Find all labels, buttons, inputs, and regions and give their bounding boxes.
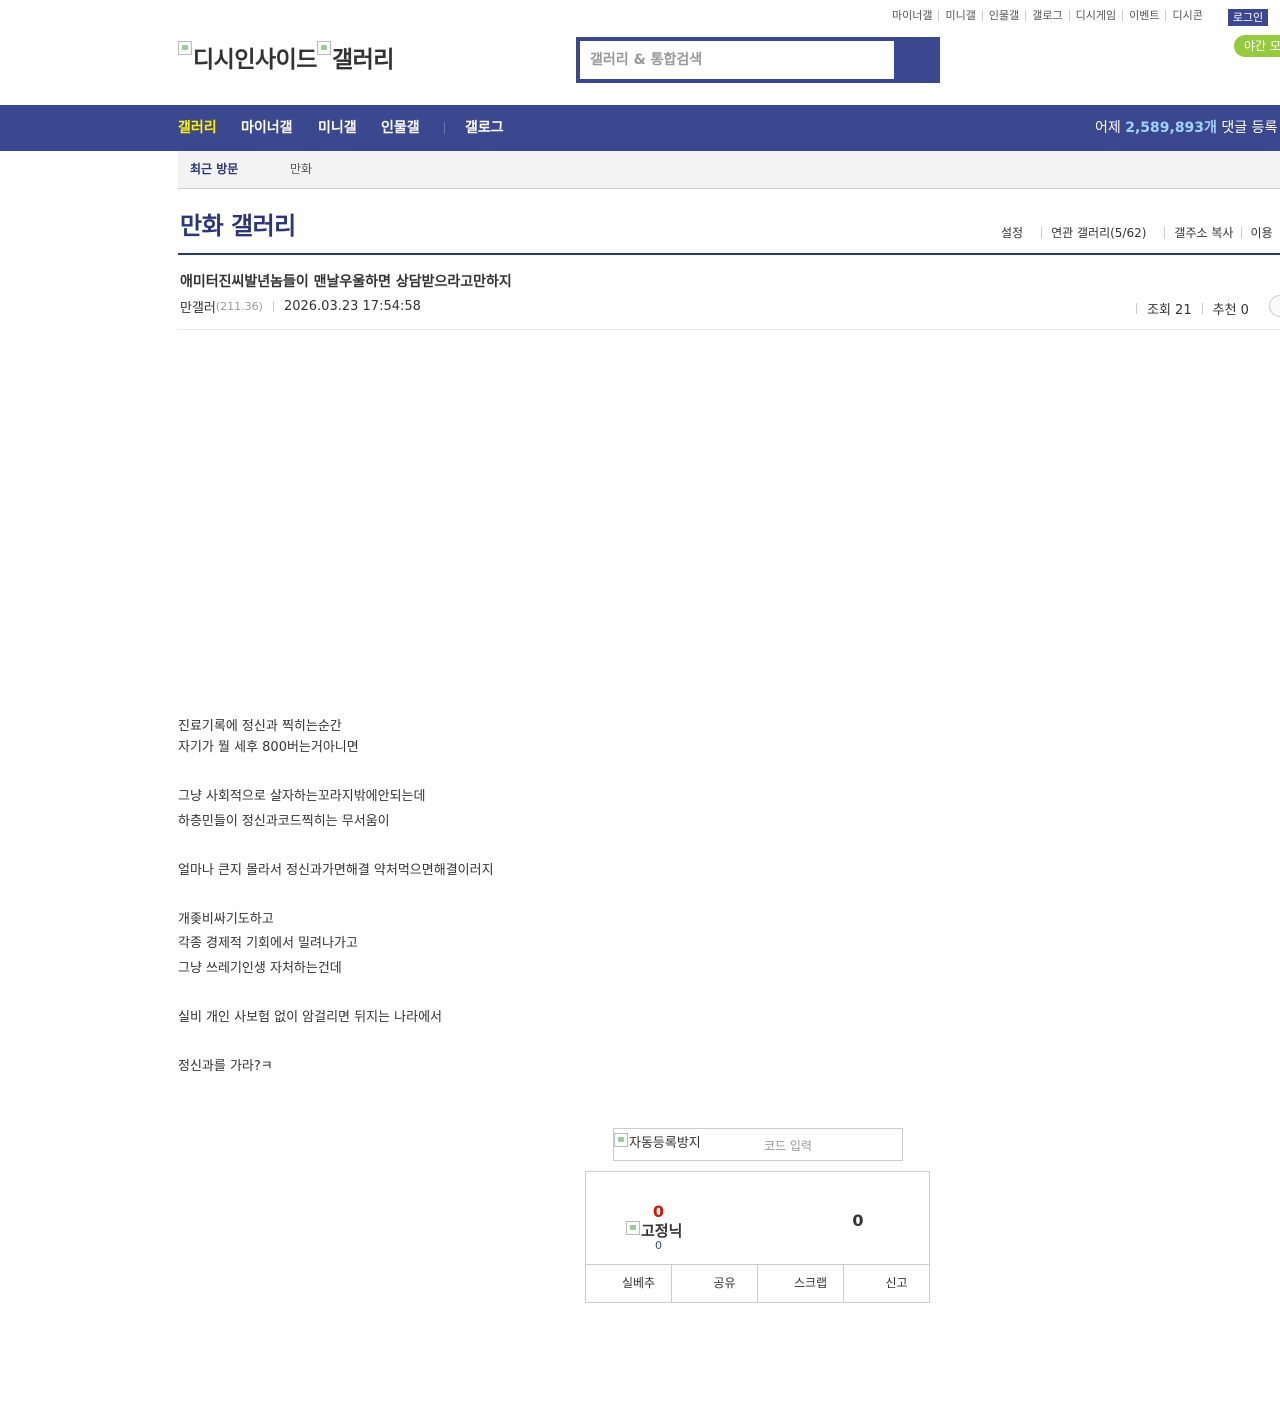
search-input-wrap: [580, 41, 900, 79]
post-date: 2026.03.23 17:54:58: [283, 299, 421, 314]
gnb-divider: [444, 122, 445, 134]
captcha-image[interactable]: 자동등록방지: [614, 1132, 701, 1151]
post-body-line: [178, 834, 494, 859]
fixed-nick-count: 0: [655, 1239, 662, 1252]
post-body-line: [178, 981, 494, 1006]
top-link-person-gallery[interactable]: 인물갤: [981, 10, 1025, 21]
post-views: 조회 21: [1147, 303, 1192, 318]
recent-visits-title[interactable]: 최근 방문: [190, 151, 238, 188]
scrap-button[interactable]: 스크랩: [757, 1265, 843, 1302]
gallery-title-underline: [178, 253, 1280, 255]
top-link-mini-gallery[interactable]: 미니갤: [938, 10, 981, 21]
post-title: 애미터진씨발년놈들이 맨날우울하면 상담받으라고만하지: [180, 274, 512, 290]
report-button[interactable]: 신고: [843, 1265, 929, 1302]
global-nav-bar: 갤러리 마이너갤 미니갤 인물갤 갤로그 어제 2,589,893개 댓글 등록: [0, 105, 1280, 151]
search-input[interactable]: [580, 41, 900, 79]
broken-image-icon: [626, 1221, 640, 1235]
captcha-code-input[interactable]: [764, 1129, 904, 1162]
stat-prefix: 어제: [1095, 120, 1126, 136]
post-body-line: 그냥 쓰레기인생 자처하는건데: [178, 960, 342, 976]
post-stats: 조회 21 추천 0: [1136, 299, 1249, 318]
broken-image-icon: [178, 41, 192, 55]
menu-divider: [1041, 227, 1043, 239]
gnb-item-minor-gallery[interactable]: 마이너갤: [241, 105, 293, 151]
recommend-up-count: 0: [652, 1202, 665, 1221]
search-button[interactable]: [898, 41, 936, 79]
gnb-item-mini-gallery[interactable]: 미니갤: [318, 105, 357, 151]
share-button[interactable]: 공유: [671, 1265, 757, 1302]
post-body-line: 정신과를 가라?ㅋ: [178, 1058, 273, 1074]
recommend-box: 0 고정닉 0 0 실베추 공유 스크랩 신고: [585, 1171, 930, 1303]
recent-visit-item[interactable]: 만화: [290, 151, 312, 188]
gallery-title[interactable]: 만화 갤러리: [180, 206, 296, 241]
post-body-line: 자기가 뭘 세후 800버는거아니면: [178, 740, 359, 755]
stat-number: 2,589,893개: [1125, 120, 1217, 136]
top-link-event[interactable]: 이벤트: [1122, 10, 1165, 21]
post-body-line: 각종 경제적 기회에서 밀려나가고: [178, 936, 358, 951]
gallery-menu: 설정 연관 갤러리(5/62) 갤주소 복사 이용: [1001, 226, 1273, 240]
menu-divider: [1164, 227, 1166, 239]
logo-gallery-alt: 갤러리: [331, 47, 394, 73]
search-icon: [908, 50, 924, 66]
top-link-dccon[interactable]: 디시콘: [1165, 10, 1208, 21]
post-body-line: 얼마나 큰지 몰라서 정신과가면해결 약처먹으면해결이러지: [178, 862, 494, 878]
menu-divider: [1241, 227, 1243, 239]
best-recommend-button[interactable]: 실베추: [586, 1265, 671, 1302]
fixed-nick-recommend-button[interactable]: 고정닉: [626, 1220, 682, 1241]
post-header-divider: [178, 329, 1280, 330]
stat-suffix: 댓글 등록: [1216, 120, 1278, 136]
gnb-item-gallog[interactable]: 갤로그: [465, 105, 504, 151]
yesterday-comment-stat: 어제 2,589,893개 댓글 등록: [1095, 105, 1277, 151]
site-logo[interactable]: 디시인사이드 갤러리: [178, 40, 394, 74]
meta-divider: [272, 301, 274, 312]
gnb-item-gallery[interactable]: 갤러리: [178, 105, 217, 151]
gnb-item-person-gallery[interactable]: 인물갤: [381, 105, 420, 151]
top-link-gallog[interactable]: 갤로그: [1025, 10, 1068, 21]
post-body-line: [178, 761, 494, 786]
search-box: [576, 37, 940, 83]
post-body-line: 진료기록에 정신과 찍히는순간: [178, 719, 342, 734]
night-mode-button[interactable]: 야간 모드: [1234, 35, 1280, 57]
stats-divider: [1201, 303, 1203, 314]
post-recommends: 추천 0: [1212, 303, 1249, 318]
fixed-nick-alt: 고정닉: [641, 1222, 683, 1240]
logo-site-alt: 디시인사이드: [193, 47, 317, 73]
top-utility-links: 마이너갤 미니갤 인물갤 갤로그 디시게임 이벤트 디시콘: [892, 10, 1209, 21]
post-meta: 만갤러 (211.36) 2026.03.23 17:54:58: [180, 297, 421, 316]
captcha-box: 자동등록방지: [613, 1128, 904, 1162]
post-body-line: [178, 1030, 494, 1055]
post-body-line: 하층민들이 정신과코드찍히는 무서움이: [178, 813, 390, 829]
recommend-action-bar: 실베추 공유 스크랩 신고: [586, 1264, 929, 1302]
post-body-line: 개좆비싸기도하고: [178, 911, 274, 927]
login-button[interactable]: 로그인: [1228, 9, 1268, 26]
related-galleries-link[interactable]: 연관 갤러리(5/62): [1051, 226, 1146, 240]
recommend-down-count: 0: [852, 1211, 864, 1230]
gallery-settings-link[interactable]: 설정: [1001, 226, 1023, 240]
post-more-button[interactable]: [1269, 295, 1280, 317]
copy-gallery-address-link[interactable]: 갤주소 복사: [1174, 226, 1233, 240]
post-body: 진료기록에 정신과 찍히는순간 자기가 뭘 세후 800버는거아니면 그냥 사회…: [178, 717, 494, 1079]
top-link-minor-gallery[interactable]: 마이너갤: [892, 10, 938, 21]
post-author-ip: (211.36): [215, 300, 263, 313]
recent-visits-bar: 최근 방문 만화: [178, 151, 1280, 189]
post-body-line: 그냥 사회적으로 살자하는꼬라지밖에안되는데: [178, 789, 426, 804]
post-author[interactable]: 만갤러: [180, 297, 216, 316]
post-body-line: 실비 개인 사보험 없이 암걸리면 뒤지는 나라에서: [178, 1009, 442, 1025]
broken-image-icon: [614, 1133, 628, 1147]
post-body-line: [178, 883, 494, 908]
top-link-dc-game[interactable]: 디시게임: [1068, 10, 1122, 21]
broken-image-icon: [316, 41, 331, 55]
stats-divider: [1136, 303, 1137, 314]
captcha-image-alt: 자동등록방지: [629, 1136, 701, 1151]
usage-link[interactable]: 이용: [1250, 226, 1272, 240]
